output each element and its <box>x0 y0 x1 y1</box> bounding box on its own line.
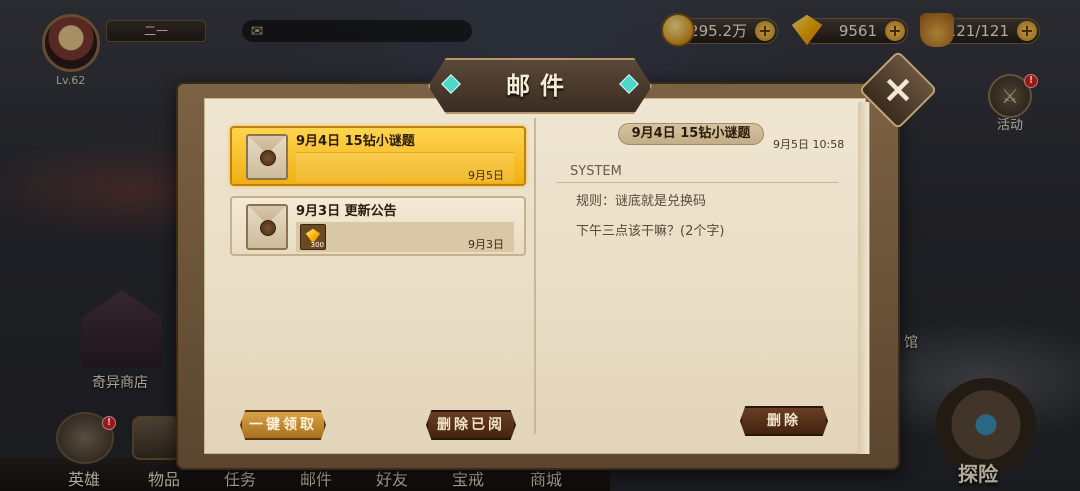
delete-read-label: 删除已阅 <box>437 417 505 433</box>
envelope-icon <box>246 134 288 180</box>
detail-datetime: 9月5日 10:58 <box>773 138 845 151</box>
pane-divider <box>534 118 536 434</box>
claim-all-button[interactable]: 一键领取 <box>240 410 326 440</box>
mail-item-update[interactable]: 9月3日 更新公告 300 9月3日 <box>230 196 526 256</box>
detail-line-rule: 规则：谜底就是兑换码 <box>576 194 707 209</box>
mail-title: 9月3日 更新公告 <box>296 204 397 219</box>
delete-label: 删除 <box>767 413 801 429</box>
game-scene: 奇异商店 馆 Lv.62 二一 ✉ 2295.2万 + 9561 + 121/1… <box>0 0 1080 491</box>
close-icon[interactable]: × <box>870 62 926 118</box>
dialog-title: 邮件 <box>506 72 574 100</box>
envelope-icon <box>246 204 288 250</box>
mail-title: 9月4日 15钻小谜题 <box>296 134 415 149</box>
mail-item-puzzle[interactable]: 9月4日 15钻小谜题 9月5日 <box>230 126 526 186</box>
attachment-count: 300 <box>310 241 324 249</box>
detail-divider <box>556 182 838 183</box>
mail-date: 9月5日 <box>468 169 504 182</box>
mail-date: 9月3日 <box>468 238 504 251</box>
detail-line-question: 下午三点该干嘛？(2个字) <box>576 224 725 239</box>
mail-info-bar: 300 9月3日 <box>296 222 514 252</box>
attachment-diamond-icon[interactable]: 300 <box>300 224 326 250</box>
delete-button[interactable]: 删除 <box>740 406 828 436</box>
mail-info-bar: 9月5日 <box>296 152 514 182</box>
detail-title: 9月4日 15钻小谜题 <box>618 123 764 145</box>
paper-edge <box>858 102 870 454</box>
claim-all-label: 一键领取 <box>249 417 317 433</box>
delete-read-button[interactable]: 删除已阅 <box>426 410 516 440</box>
detail-sender: SYSTEM <box>570 164 622 179</box>
